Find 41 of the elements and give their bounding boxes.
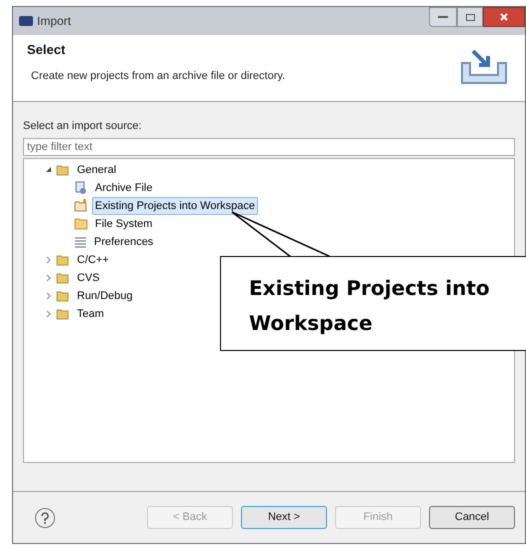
close-icon <box>499 12 509 22</box>
minimize-button[interactable] <box>429 7 457 27</box>
tree-item[interactable]: Preferences <box>91 232 156 250</box>
tree-item[interactable]: General <box>74 160 120 178</box>
page-title: Select <box>27 41 66 59</box>
minimize-icon <box>438 16 448 18</box>
app-logo-icon <box>19 16 33 26</box>
tree-item[interactable]: Run/Debug <box>74 286 136 304</box>
folder-icon <box>56 164 70 176</box>
tree-item[interactable]: Archive File <box>92 178 156 196</box>
tree-item[interactable]: CVS <box>74 268 103 286</box>
archive-icon <box>74 180 88 194</box>
source-label: Select an import source: <box>23 119 143 134</box>
maximize-button[interactable] <box>457 7 483 27</box>
list-icon <box>74 236 87 248</box>
window-title: Import <box>37 13 72 30</box>
tree-item[interactable]: Existing Projects into Workspace <box>92 196 258 214</box>
folder-icon <box>74 218 88 230</box>
callout-text: Existing Projects into Workspace <box>249 275 491 337</box>
import-icon <box>459 49 509 85</box>
tree-item[interactable]: C/C++ <box>74 250 112 268</box>
question-mark-icon <box>41 512 49 524</box>
close-button[interactable] <box>483 7 525 27</box>
expand-icon[interactable] <box>46 292 50 300</box>
expand-icon[interactable] <box>46 256 50 264</box>
folder-icon <box>56 308 70 320</box>
project-icon <box>74 199 88 212</box>
dialog-button[interactable]: Next > <box>241 506 327 529</box>
maximize-icon <box>466 14 474 20</box>
folder-icon <box>56 290 70 302</box>
expand-icon[interactable] <box>46 274 50 282</box>
help-icon[interactable] <box>35 508 55 528</box>
folder-icon <box>56 254 70 266</box>
tree-item[interactable]: File System <box>92 214 156 232</box>
filter-field[interactable]: type filter text <box>23 138 515 156</box>
dialog-button[interactable]: Cancel <box>429 506 515 529</box>
expand-icon[interactable] <box>46 310 50 318</box>
folder-icon <box>56 272 70 284</box>
tree-item[interactable]: Team <box>74 304 107 322</box>
collapse-icon[interactable] <box>44 166 52 173</box>
page-description: Create new projects from an archive file or directory. <box>31 68 286 84</box>
